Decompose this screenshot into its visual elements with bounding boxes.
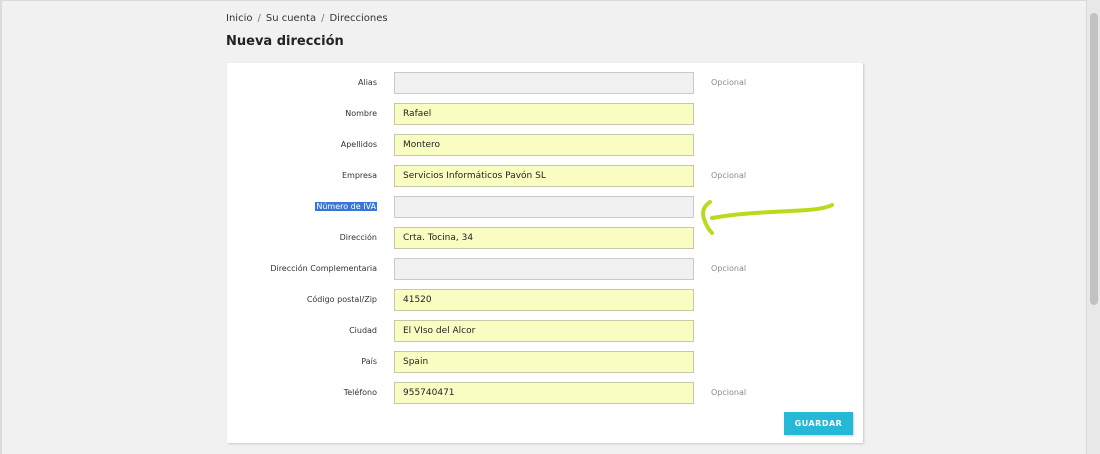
vat-number-label: Número de IVA xyxy=(315,202,377,211)
company-optional-hint: Opcional xyxy=(711,171,747,180)
vat-number-input[interactable] xyxy=(394,196,694,218)
first-name-input[interactable]: Rafael xyxy=(394,103,694,125)
left-border xyxy=(0,0,2,454)
phone-input[interactable]: 955740471 xyxy=(394,382,694,404)
form-row-alias: Alias Opcional xyxy=(227,72,863,94)
form-row-city: Ciudad El VIso del Alcor xyxy=(227,320,863,342)
save-button[interactable]: GUARDAR xyxy=(784,412,853,435)
form-row-phone: Teléfono 955740471 Opcional xyxy=(227,382,863,404)
breadcrumb-separator: / xyxy=(257,13,261,24)
alias-optional-hint: Opcional xyxy=(711,78,747,87)
form-row-country: País Spain xyxy=(227,351,863,373)
breadcrumb-home[interactable]: Inicio xyxy=(226,13,252,24)
country-label: País xyxy=(361,357,377,366)
page-title: Nueva dirección xyxy=(226,34,344,49)
vertical-scrollbar[interactable] xyxy=(1086,0,1100,454)
address-input[interactable]: Crta. Tocina, 34 xyxy=(394,227,694,249)
city-label: Ciudad xyxy=(349,326,377,335)
last-name-input[interactable]: Montero xyxy=(394,134,694,156)
address-form-card: Alias Opcional Nombre Rafael Apellidos M… xyxy=(227,63,863,443)
hand-drawn-arrow-icon xyxy=(701,200,834,235)
breadcrumb-separator: / xyxy=(321,13,325,24)
form-row-last-name: Apellidos Montero xyxy=(227,134,863,156)
scrollbar-thumb[interactable] xyxy=(1090,13,1098,305)
city-input[interactable]: El VIso del Alcor xyxy=(394,320,694,342)
postcode-input[interactable]: 41520 xyxy=(394,289,694,311)
form-row-postcode: Código postal/Zip 41520 xyxy=(227,289,863,311)
top-border xyxy=(0,0,1100,1)
address-complement-optional-hint: Opcional xyxy=(711,264,747,273)
phone-label: Teléfono xyxy=(343,388,377,397)
phone-optional-hint: Opcional xyxy=(711,388,747,397)
form-row-address-complement: Dirección Complementaria Opcional xyxy=(227,258,863,280)
alias-input[interactable] xyxy=(394,72,694,94)
form-row-company: Empresa Servicios Informáticos Pavón SL … xyxy=(227,165,863,187)
breadcrumb-addresses[interactable]: Direcciones xyxy=(329,13,387,24)
form-row-first-name: Nombre Rafael xyxy=(227,103,863,125)
breadcrumb: Inicio / Su cuenta / Direcciones xyxy=(226,13,388,24)
alias-label: Alias xyxy=(358,78,377,87)
address-label: Dirección xyxy=(339,233,377,242)
last-name-label: Apellidos xyxy=(340,140,377,149)
country-select[interactable]: Spain xyxy=(394,351,694,373)
address-complement-input[interactable] xyxy=(394,258,694,280)
postcode-label: Código postal/Zip xyxy=(306,295,377,304)
company-label: Empresa xyxy=(341,171,377,180)
address-complement-label: Dirección Complementaria xyxy=(270,264,377,273)
first-name-label: Nombre xyxy=(345,109,377,118)
company-input[interactable]: Servicios Informáticos Pavón SL xyxy=(394,165,694,187)
breadcrumb-account[interactable]: Su cuenta xyxy=(266,13,316,24)
